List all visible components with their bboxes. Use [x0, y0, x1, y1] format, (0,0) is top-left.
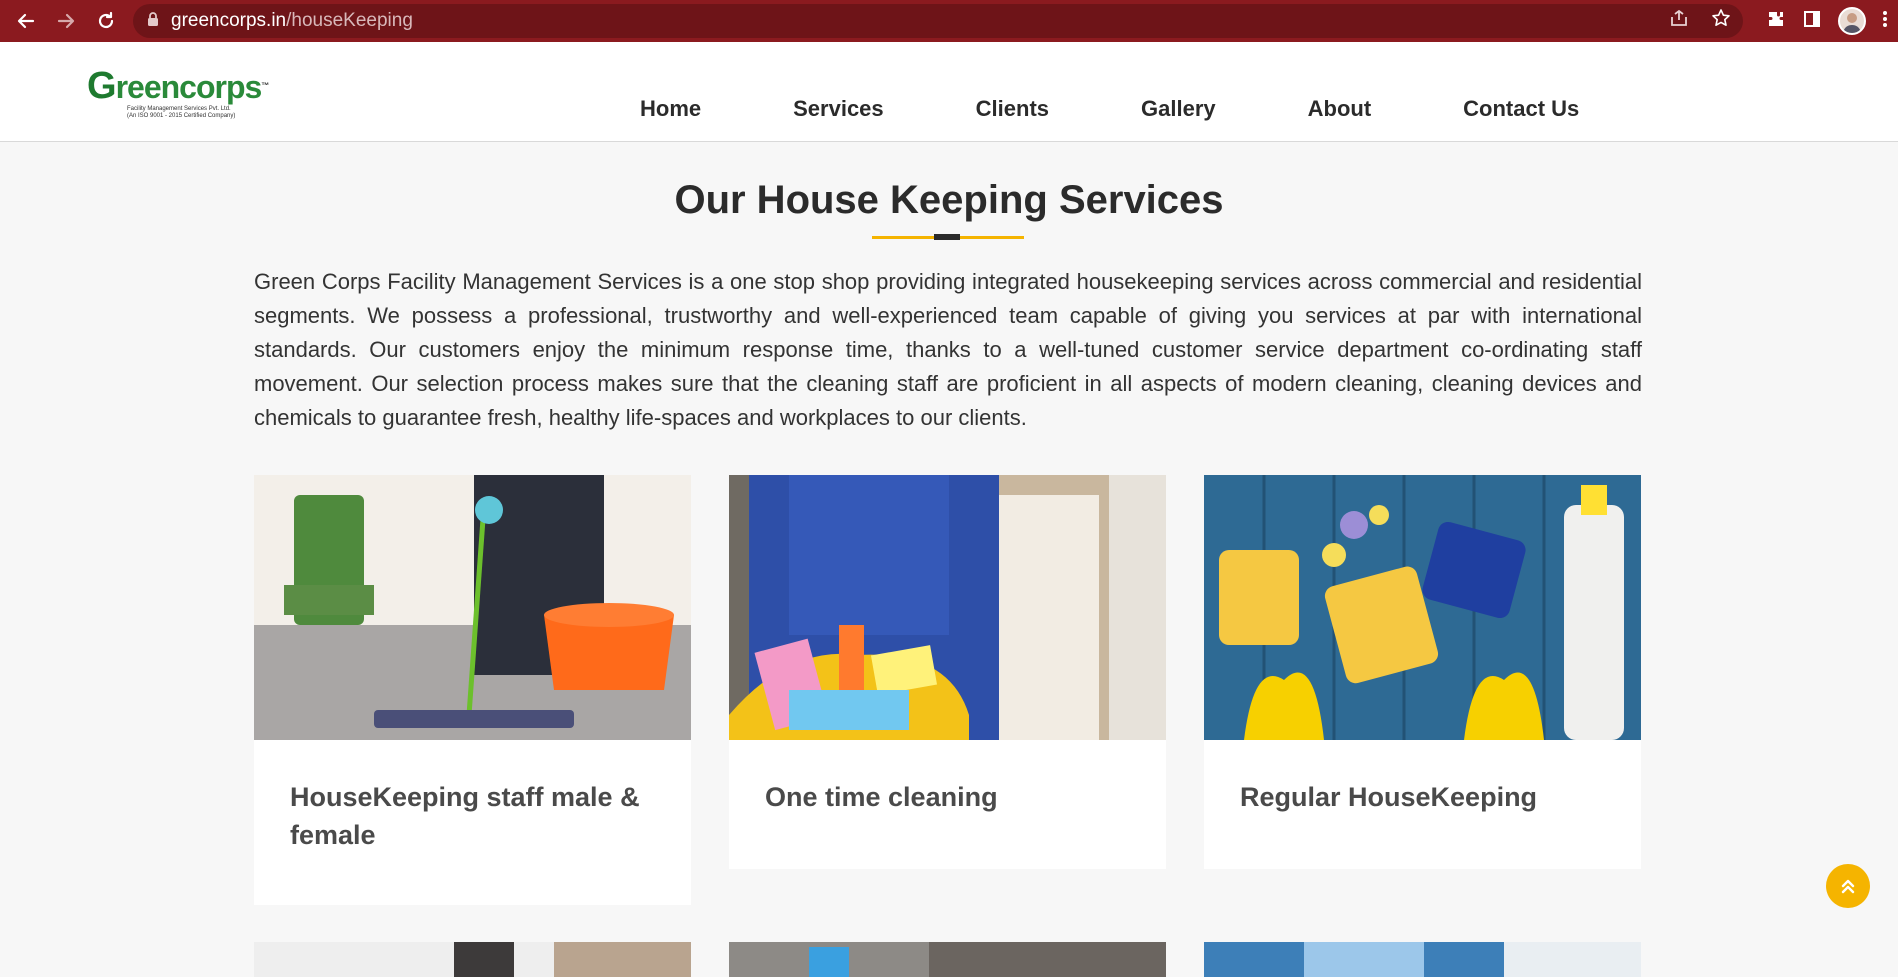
scroll-to-top-button[interactable]	[1826, 864, 1870, 908]
double-chevron-up-icon	[1841, 879, 1855, 894]
side-panel-icon[interactable]	[1802, 9, 1822, 34]
profile-avatar[interactable]	[1838, 7, 1866, 35]
site-logo[interactable]: Greencorps™ Facility Management Services…	[87, 65, 277, 119]
forward-button[interactable]	[46, 0, 86, 42]
card-title: HouseKeeping staff male & female	[290, 782, 640, 850]
intro-paragraph: Green Corps Facility Management Services…	[254, 269, 1642, 430]
reload-button[interactable]	[86, 0, 126, 42]
site-header: Greencorps™ Facility Management Services…	[0, 42, 1898, 142]
card-image	[729, 942, 1166, 977]
arrow-right-icon	[57, 13, 75, 29]
menu-dots-icon[interactable]	[1882, 9, 1888, 34]
share-icon[interactable]	[1669, 8, 1689, 34]
logo-word: reencorps	[115, 69, 263, 105]
card-image-supplies	[1204, 475, 1641, 740]
logo-subtitle: Facility Management Services Pvt. Ltd.	[127, 106, 231, 112]
card-title: Regular HouseKeeping	[1240, 782, 1538, 812]
url-path: /houseKeeping	[286, 10, 413, 31]
main-nav: Home Services Clients Gallery About Cont…	[640, 96, 1579, 122]
service-card[interactable]	[254, 942, 691, 977]
logo-trademark: ™	[261, 81, 269, 90]
bookmark-star-icon[interactable]	[1711, 8, 1731, 34]
nav-gallery[interactable]: Gallery	[1141, 96, 1216, 122]
nav-clients[interactable]: Clients	[976, 96, 1049, 122]
lock-icon[interactable]	[147, 10, 159, 32]
arrow-left-icon	[17, 13, 35, 29]
browser-toolbar: greencorps.in/houseKeeping	[0, 0, 1898, 42]
card-image-cleaner	[729, 475, 1166, 740]
nav-home[interactable]: Home	[640, 96, 701, 122]
card-image	[1204, 942, 1641, 977]
logo-letter: G	[87, 65, 117, 107]
nav-services[interactable]: Services	[793, 96, 884, 122]
nav-contact[interactable]: Contact Us	[1463, 96, 1579, 122]
card-title: One time cleaning	[765, 782, 998, 812]
card-image-mopping	[254, 475, 691, 740]
service-card[interactable]: One time cleaning	[729, 475, 1166, 869]
section-title: Our House Keeping Services	[674, 178, 1224, 222]
nav-about[interactable]: About	[1308, 96, 1372, 122]
back-button[interactable]	[6, 0, 46, 42]
logo-certification: (An ISO 9001 - 2015 Certified Company)	[127, 113, 236, 119]
service-card[interactable]	[729, 942, 1166, 977]
service-card[interactable]: HouseKeeping staff male & female	[254, 475, 691, 905]
reload-icon	[98, 11, 114, 29]
address-bar[interactable]: greencorps.in/houseKeeping	[133, 4, 1743, 38]
extensions-icon[interactable]	[1766, 9, 1786, 34]
url-host: greencorps.in	[171, 10, 287, 31]
service-card[interactable]: Regular HouseKeeping	[1204, 475, 1641, 869]
service-card[interactable]	[1204, 942, 1641, 977]
title-divider	[872, 234, 1024, 240]
card-image	[254, 942, 691, 977]
